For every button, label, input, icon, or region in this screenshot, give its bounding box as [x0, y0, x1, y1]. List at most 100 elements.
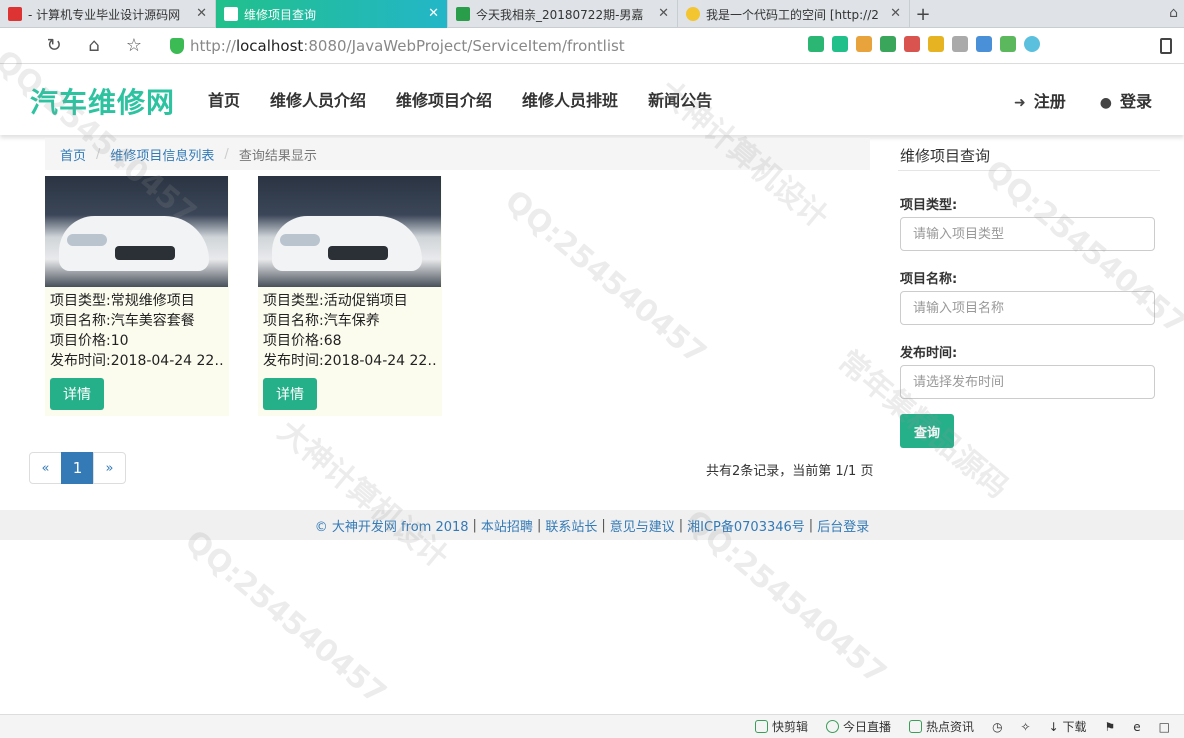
status-clip[interactable]: 快剪辑: [755, 718, 808, 735]
main-nav: 首页 维修人员介绍 维修项目介绍 维修人员排班 新闻公告: [208, 87, 712, 111]
tab-active-query[interactable]: 维修项目查询 ✕: [216, 0, 448, 28]
extension-book-icon[interactable]: [1000, 36, 1016, 52]
pager-next[interactable]: »: [93, 452, 126, 484]
close-icon[interactable]: ✕: [658, 6, 669, 21]
bookmark-star-icon[interactable]: ☆: [114, 28, 154, 64]
register-label: 注册: [1033, 92, 1066, 111]
site-favicon-icon: [8, 7, 22, 21]
status-label: 下载: [1062, 720, 1087, 734]
home-icon[interactable]: ⌂: [74, 28, 114, 64]
extension-translate-icon[interactable]: [880, 36, 896, 52]
url-host: localhost: [235, 37, 304, 55]
item-name: 项目名称:汽车保养: [263, 313, 380, 329]
status-live[interactable]: 今日直播: [826, 718, 891, 735]
copyright: © 大神开发网 from 2018: [314, 519, 469, 535]
type-input[interactable]: [900, 217, 1155, 251]
site-logo[interactable]: 汽车维修网: [30, 81, 175, 121]
name-label: 项目名称:: [900, 272, 958, 287]
status-label: 快剪辑: [772, 720, 809, 734]
status-flag[interactable]: ⚑: [1105, 720, 1116, 734]
detail-button[interactable]: 详情: [263, 378, 317, 410]
nav-schedule[interactable]: 维修人员排班: [522, 87, 618, 111]
divider: |: [678, 517, 684, 533]
close-icon[interactable]: ✕: [196, 6, 207, 21]
query-button[interactable]: 查询: [900, 414, 954, 448]
extension-reader-icon[interactable]: [904, 36, 920, 52]
extension-lightning-icon[interactable]: [832, 36, 848, 52]
extension-search-icon[interactable]: [976, 36, 992, 52]
pager-page-1[interactable]: 1: [61, 452, 94, 484]
watermark-text: QQ:254540457: [498, 183, 713, 372]
record-summary: 共有2条记录，当前第 1/1 页: [706, 464, 874, 479]
extension-refresh-icon[interactable]: [808, 36, 824, 52]
login-link[interactable]: ● 登录: [1100, 88, 1152, 112]
nav-staff[interactable]: 维修人员介绍: [270, 87, 366, 111]
tab-title: 今天我相亲_20180722期-男嘉: [476, 7, 644, 22]
address-bar[interactable]: http://localhost:8080/JavaWebProject/Ser…: [170, 34, 625, 58]
close-icon[interactable]: ✕: [428, 6, 439, 21]
scissors-icon: [755, 720, 769, 733]
divider: |: [808, 517, 814, 533]
extension-zoom-icon[interactable]: [1024, 36, 1040, 52]
status-history[interactable]: ◷: [992, 720, 1002, 734]
divider: [898, 170, 1160, 171]
skin-icon[interactable]: ⌂: [1169, 5, 1178, 21]
extension-screenshot-icon[interactable]: [928, 36, 944, 52]
breadcrumb-list[interactable]: 维修项目信息列表: [110, 145, 214, 164]
item-info: 项目类型:活动促销项目 项目名称:汽车保养 项目价格:68 发布时间:2018-…: [258, 287, 442, 371]
item-name: 项目名称:汽车美容套餐: [50, 313, 195, 329]
nav-home[interactable]: 首页: [208, 87, 240, 111]
extension-game-icon[interactable]: [952, 36, 968, 52]
new-tab-plus-icon[interactable]: +: [910, 0, 936, 28]
footer-link-icp[interactable]: 湘ICP备0703346号: [687, 516, 805, 535]
extension-apps-icon[interactable]: [856, 36, 872, 52]
status-clean[interactable]: ✧: [1021, 720, 1031, 734]
car-photo[interactable]: [45, 176, 228, 287]
footer-link-contact[interactable]: 联系站长: [545, 516, 597, 535]
breadcrumb-home[interactable]: 首页: [60, 145, 86, 164]
item-type: 项目类型:活动促销项目: [263, 293, 408, 309]
sign-in-icon: ➜: [1014, 95, 1026, 111]
reload-icon[interactable]: ↻: [34, 28, 74, 64]
tab-title: 我是一个代码工的空间 [http://2: [706, 7, 879, 22]
user-icon: ●: [1099, 95, 1112, 111]
status-label: 热点资讯: [926, 720, 975, 734]
status-ie[interactable]: e: [1133, 720, 1140, 734]
service-item-card: 项目类型:常规维修项目 项目名称:汽车美容套餐 项目价格:10 发布时间:201…: [45, 176, 229, 416]
detail-button[interactable]: 详情: [50, 378, 104, 410]
pagination: « 1 »: [29, 452, 126, 484]
footer-link-admin[interactable]: 后台登录: [817, 516, 869, 535]
time-input[interactable]: [900, 365, 1155, 399]
status-download[interactable]: ↓ 下载: [1049, 718, 1087, 735]
news-icon: [909, 720, 923, 733]
car-headlight: [280, 234, 320, 246]
breadcrumb-current: 查询结果显示: [238, 148, 317, 164]
register-link[interactable]: ➜ 注册: [1014, 88, 1066, 112]
pager-prev[interactable]: «: [29, 452, 62, 484]
car-headlight: [67, 234, 107, 246]
ie-icon: e: [1133, 719, 1141, 734]
history-icon: ◷: [992, 719, 1003, 734]
tab-space[interactable]: 我是一个代码工的空间 [http://2 ✕: [678, 0, 910, 28]
divider: |: [601, 517, 606, 533]
nav-news[interactable]: 新闻公告: [648, 87, 712, 111]
footer-link-feedback[interactable]: 意见与建议: [610, 516, 675, 535]
item-publish-time: 发布时间:2018-04-24 22…: [263, 353, 437, 369]
watermark-text: QQ:254540457: [178, 523, 393, 712]
phone-icon[interactable]: [1160, 38, 1172, 54]
page-icon: [224, 7, 238, 21]
login-label: 登录: [1119, 92, 1152, 111]
name-input[interactable]: [900, 291, 1155, 325]
status-window[interactable]: □: [1159, 720, 1170, 734]
divider: |: [472, 517, 477, 533]
status-news[interactable]: 热点资讯: [909, 718, 974, 735]
car-photo[interactable]: [258, 176, 441, 287]
car-grille: [115, 246, 175, 260]
nav-items[interactable]: 维修项目介绍: [396, 87, 492, 111]
browser-tabbar: - 计算机专业毕业设计源码网 ✕ 维修项目查询 ✕ 今天我相亲_20180722…: [0, 0, 1184, 28]
close-icon[interactable]: ✕: [890, 6, 901, 21]
footer-link-jobs[interactable]: 本站招聘: [481, 516, 533, 535]
tab-source-site[interactable]: - 计算机专业毕业设计源码网 ✕: [0, 0, 216, 28]
tab-video[interactable]: 今天我相亲_20180722期-男嘉 ✕: [448, 0, 678, 28]
flag-icon: ⚑: [1104, 719, 1116, 734]
